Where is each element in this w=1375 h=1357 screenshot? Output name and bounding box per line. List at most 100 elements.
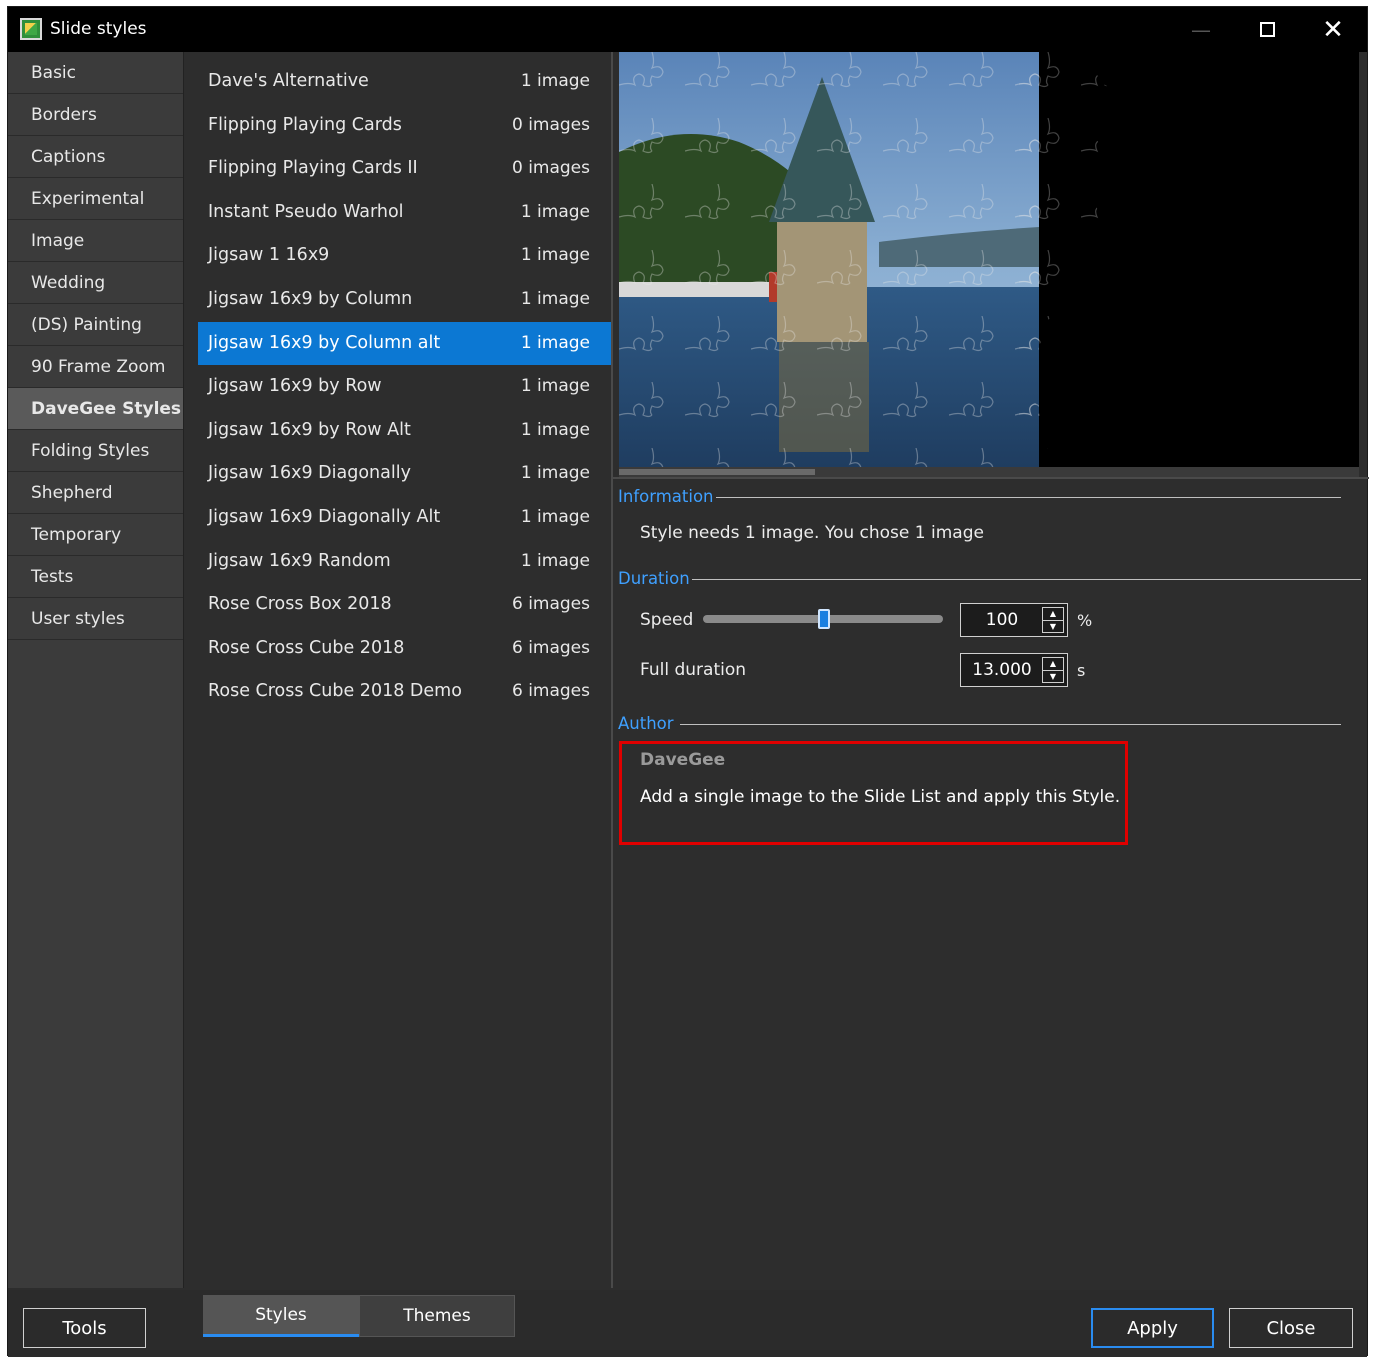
category-item[interactable]: Folding Styles [8, 430, 183, 472]
style-name: Jigsaw 1 16x9 [208, 245, 330, 266]
preview-image [619, 52, 1359, 467]
close-button[interactable]: Close [1229, 1308, 1353, 1348]
information-legend: Information [618, 487, 714, 506]
style-name: Rose Cross Cube 2018 Demo [208, 681, 462, 702]
style-row[interactable]: Flipping Playing Cards 0 images [198, 104, 612, 148]
style-image-count: 1 image [520, 463, 590, 484]
category-item[interactable]: Image [8, 220, 183, 262]
style-row[interactable]: Jigsaw 16x9 by Column 1 image [198, 278, 612, 322]
spin-up-icon[interactable]: ▲ [1043, 658, 1063, 670]
preview-scrollbar[interactable] [619, 467, 1359, 477]
style-row[interactable]: Jigsaw 16x9 by Row 1 image [198, 365, 612, 409]
category-item[interactable]: Wedding [8, 262, 183, 304]
style-preview [619, 52, 1359, 467]
style-name: Jigsaw 16x9 by Column alt [208, 332, 441, 353]
category-item[interactable]: User styles [8, 598, 183, 640]
window-title: Slide styles [50, 19, 147, 39]
style-image-count: 1 image [520, 288, 590, 309]
full-duration-value[interactable]: 13.000 [961, 654, 1043, 686]
tab-themes[interactable]: Themes [359, 1295, 515, 1337]
slide-styles-window: Slide styles — ✕ Basic Borders Captions … [7, 6, 1369, 1357]
style-row[interactable]: Jigsaw 16x9 Diagonally 1 image [198, 452, 612, 496]
information-divider [716, 497, 1341, 498]
full-duration-label: Full duration [640, 660, 747, 680]
style-row[interactable]: Rose Cross Box 2018 6 images [198, 583, 612, 627]
style-row[interactable]: Jigsaw 1 16x9 1 image [198, 234, 612, 278]
style-image-count: 0 images [511, 114, 590, 135]
category-item[interactable]: Borders [8, 94, 183, 136]
category-item[interactable]: 90 Frame Zoom [8, 346, 183, 388]
style-image-count: 1 image [520, 201, 590, 222]
category-item[interactable]: (DS) Painting [8, 304, 183, 346]
style-row[interactable]: Flipping Playing Cards II 0 images [198, 147, 612, 191]
spin-down-icon[interactable]: ▼ [1043, 620, 1063, 632]
style-image-count: 0 images [511, 158, 590, 179]
style-name: Jigsaw 16x9 Random [208, 550, 391, 571]
style-image-count: 1 image [520, 550, 590, 571]
style-list: Dave's Alternative 1 image Flipping Playi… [198, 52, 612, 1288]
style-name: Instant Pseudo Warhol [208, 201, 404, 222]
style-row[interactable]: Rose Cross Cube 2018 6 images [198, 627, 612, 671]
category-item[interactable]: Shepherd [8, 472, 183, 514]
close-window-button[interactable]: ✕ [1300, 7, 1366, 52]
author-divider [680, 724, 1341, 725]
speed-slider-thumb[interactable] [818, 609, 830, 629]
style-name: Flipping Playing Cards [208, 114, 402, 135]
author-legend: Author [618, 714, 674, 733]
tab-styles[interactable]: Styles [203, 1295, 359, 1337]
full-duration-spinbox[interactable]: 13.000 ▲ ▼ [960, 653, 1068, 687]
style-name: Jigsaw 16x9 Diagonally [208, 463, 411, 484]
style-row[interactable]: Jigsaw 16x9 Diagonally Alt 1 image [198, 496, 612, 540]
preview-separator [612, 477, 1369, 479]
tools-button[interactable]: Tools [23, 1308, 146, 1348]
scrollbar-thumb[interactable] [619, 469, 815, 475]
style-name: Flipping Playing Cards II [208, 158, 418, 179]
close-icon: ✕ [1322, 14, 1344, 45]
spin-down-icon[interactable]: ▼ [1043, 670, 1063, 682]
style-image-count: 6 images [511, 637, 590, 658]
style-name: Jigsaw 16x9 Diagonally Alt [208, 506, 441, 527]
speed-spin-buttons[interactable]: ▲ ▼ [1042, 607, 1064, 633]
duration-divider [692, 579, 1361, 580]
title-bar: Slide styles — ✕ [8, 7, 1367, 52]
style-image-count: 1 image [520, 376, 590, 397]
speed-spinbox[interactable]: 100 ▲ ▼ [960, 603, 1068, 637]
author-name: DaveGee [640, 750, 726, 770]
category-item[interactable]: Captions [8, 136, 183, 178]
apply-button[interactable]: Apply [1091, 1308, 1214, 1348]
style-image-count: 1 image [520, 506, 590, 527]
style-image-count: 1 image [520, 419, 590, 440]
category-item[interactable]: Tests [8, 556, 183, 598]
bottom-bar: Tools Styles Themes Apply Close [8, 1290, 1367, 1357]
spin-up-icon[interactable]: ▲ [1043, 608, 1063, 620]
style-name: Jigsaw 16x9 by Row Alt [208, 419, 411, 440]
style-row[interactable]: Dave's Alternative 1 image [198, 60, 612, 104]
maximize-icon [1259, 22, 1275, 37]
maximize-button[interactable] [1234, 7, 1300, 52]
author-description: Add a single image to the Slide List and… [640, 787, 1121, 807]
style-name: Jigsaw 16x9 by Row [208, 376, 382, 397]
style-row[interactable]: Jigsaw 16x9 Random 1 image [198, 540, 612, 584]
minimize-button[interactable]: — [1168, 7, 1234, 52]
style-row-selected[interactable]: Jigsaw 16x9 by Column alt 1 image [198, 321, 612, 366]
duration-legend: Duration [618, 569, 690, 588]
information-text: Style needs 1 image. You chose 1 image [640, 523, 984, 543]
style-name: Dave's Alternative [208, 71, 369, 91]
speed-unit: % [1077, 611, 1093, 630]
category-item[interactable]: Experimental [8, 178, 183, 220]
app-icon [20, 18, 42, 40]
style-image-count: 1 image [520, 245, 590, 266]
style-row[interactable]: Instant Pseudo Warhol 1 image [198, 191, 612, 235]
style-name: Jigsaw 16x9 by Column [208, 288, 413, 309]
style-image-count: 6 images [511, 681, 590, 702]
style-image-count: 6 images [511, 594, 590, 615]
style-row[interactable]: Rose Cross Cube 2018 Demo 6 images [198, 670, 612, 714]
list-divider [611, 52, 613, 1288]
category-item[interactable]: Basic [8, 52, 183, 94]
style-row[interactable]: Jigsaw 16x9 by Row Alt 1 image [198, 409, 612, 453]
category-item-selected[interactable]: DaveGee Styles [8, 388, 183, 430]
full-duration-spin-buttons[interactable]: ▲ ▼ [1042, 657, 1064, 683]
category-item[interactable]: Temporary [8, 514, 183, 556]
style-name: Rose Cross Box 2018 [208, 594, 392, 615]
speed-value[interactable]: 100 [961, 604, 1043, 636]
